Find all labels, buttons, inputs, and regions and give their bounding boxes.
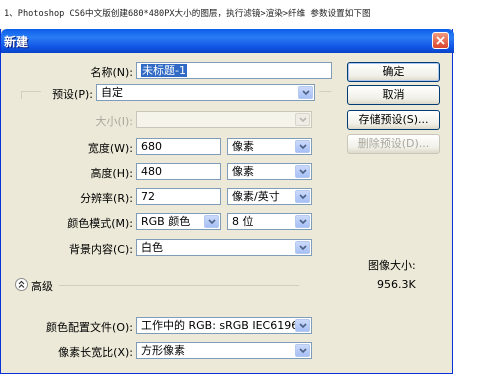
preset-group-line-left	[21, 91, 41, 92]
ok-button[interactable]: 确定	[347, 62, 440, 82]
background-label: 背景内容(C):	[69, 243, 133, 256]
name-value: 未标题-1	[141, 64, 187, 77]
preset-dropdown[interactable]: 自定	[96, 84, 315, 101]
colormode-arrow[interactable]	[204, 215, 219, 228]
height-input[interactable]: 480	[136, 163, 221, 180]
chevron-down-icon	[299, 348, 307, 354]
advanced-label: 高级	[31, 280, 53, 293]
new-document-dialog: 新建 名称(N): 未标题-1 预设(P): 自定 大小(I): 宽度(W): …	[0, 29, 454, 374]
profile-arrow[interactable]	[295, 319, 310, 332]
profile-value: 工作中的 RGB: sRGB IEC6196...	[141, 319, 309, 332]
aspect-label: 像素长宽比(X):	[58, 346, 133, 359]
width-unit-dropdown[interactable]: 像素	[227, 138, 312, 155]
preset-group-line-right	[319, 91, 331, 92]
resolution-unit-dropdown[interactable]: 像素/英寸	[227, 188, 312, 205]
preset-value: 自定	[101, 86, 123, 99]
colormode-value: RGB 颜色	[141, 215, 191, 228]
height-label: 高度(H):	[90, 167, 133, 180]
background-value: 白色	[141, 241, 163, 254]
resolution-label: 分辨率(R):	[80, 192, 133, 205]
cancel-button[interactable]: 取消	[347, 85, 440, 105]
double-chevron-up-icon	[18, 280, 25, 288]
height-unit-arrow[interactable]	[295, 165, 310, 178]
name-label: 名称(N):	[90, 66, 133, 79]
resolution-unit-arrow[interactable]	[295, 190, 310, 203]
delete-preset-button: 删除预设(D)...	[347, 134, 440, 154]
width-input[interactable]: 680	[136, 138, 221, 155]
width-unit-value: 像素	[232, 140, 254, 153]
advanced-toggle[interactable]	[15, 278, 28, 291]
bitdepth-dropdown[interactable]: 8 位	[227, 213, 312, 230]
size-dropdown	[136, 111, 312, 128]
aspect-value: 方形像素	[141, 344, 185, 357]
image-size-value: 956.3K	[377, 278, 416, 291]
size-dropdown-arrow	[295, 113, 310, 126]
resolution-unit-value: 像素/英寸	[232, 190, 280, 203]
preset-group-line-vertical	[21, 91, 22, 99]
width-label: 宽度(W):	[87, 142, 133, 155]
aspect-arrow[interactable]	[295, 344, 310, 357]
colormode-label: 颜色模式(M):	[67, 217, 133, 230]
instruction-caption: 1、Photoshop CS6中文版创建680*480PX大小的图层，执行滤镜>…	[4, 9, 371, 19]
chevron-down-icon	[299, 219, 307, 225]
profile-label: 颜色配置文件(O):	[46, 321, 133, 334]
background-arrow[interactable]	[295, 241, 310, 254]
name-field[interactable]: 未标题-1	[136, 62, 332, 79]
height-unit-value: 像素	[232, 165, 254, 178]
width-unit-arrow[interactable]	[295, 140, 310, 153]
size-label: 大小(I):	[95, 115, 133, 128]
resolution-input[interactable]: 72	[136, 188, 221, 205]
bitdepth-value: 8 位	[232, 215, 254, 228]
aspect-dropdown[interactable]: 方形像素	[136, 342, 312, 359]
title-bar[interactable]: 新建	[1, 29, 454, 53]
preset-label: 预设(P):	[52, 88, 93, 101]
height-unit-dropdown[interactable]: 像素	[227, 163, 312, 180]
close-icon	[436, 36, 445, 45]
colormode-dropdown[interactable]: RGB 颜色	[136, 213, 221, 230]
chevron-down-icon	[299, 144, 307, 150]
background-dropdown[interactable]: 白色	[136, 239, 312, 256]
chevron-down-icon	[299, 194, 307, 200]
profile-dropdown[interactable]: 工作中的 RGB: sRGB IEC6196...	[136, 317, 312, 334]
save-preset-button[interactable]: 存储预设(S)...	[347, 110, 440, 130]
chevron-down-icon	[299, 323, 307, 329]
bitdepth-arrow[interactable]	[295, 215, 310, 228]
chevron-down-icon	[299, 169, 307, 175]
preset-dropdown-arrow[interactable]	[298, 86, 313, 99]
chevron-down-icon	[299, 117, 307, 123]
advanced-divider	[59, 285, 299, 286]
chevron-down-icon	[302, 90, 310, 96]
close-button[interactable]	[432, 32, 449, 49]
image-size-label: 图像大小:	[368, 259, 416, 272]
chevron-down-icon	[208, 219, 216, 225]
chevron-down-icon	[299, 245, 307, 251]
dialog-title: 新建	[4, 35, 29, 49]
